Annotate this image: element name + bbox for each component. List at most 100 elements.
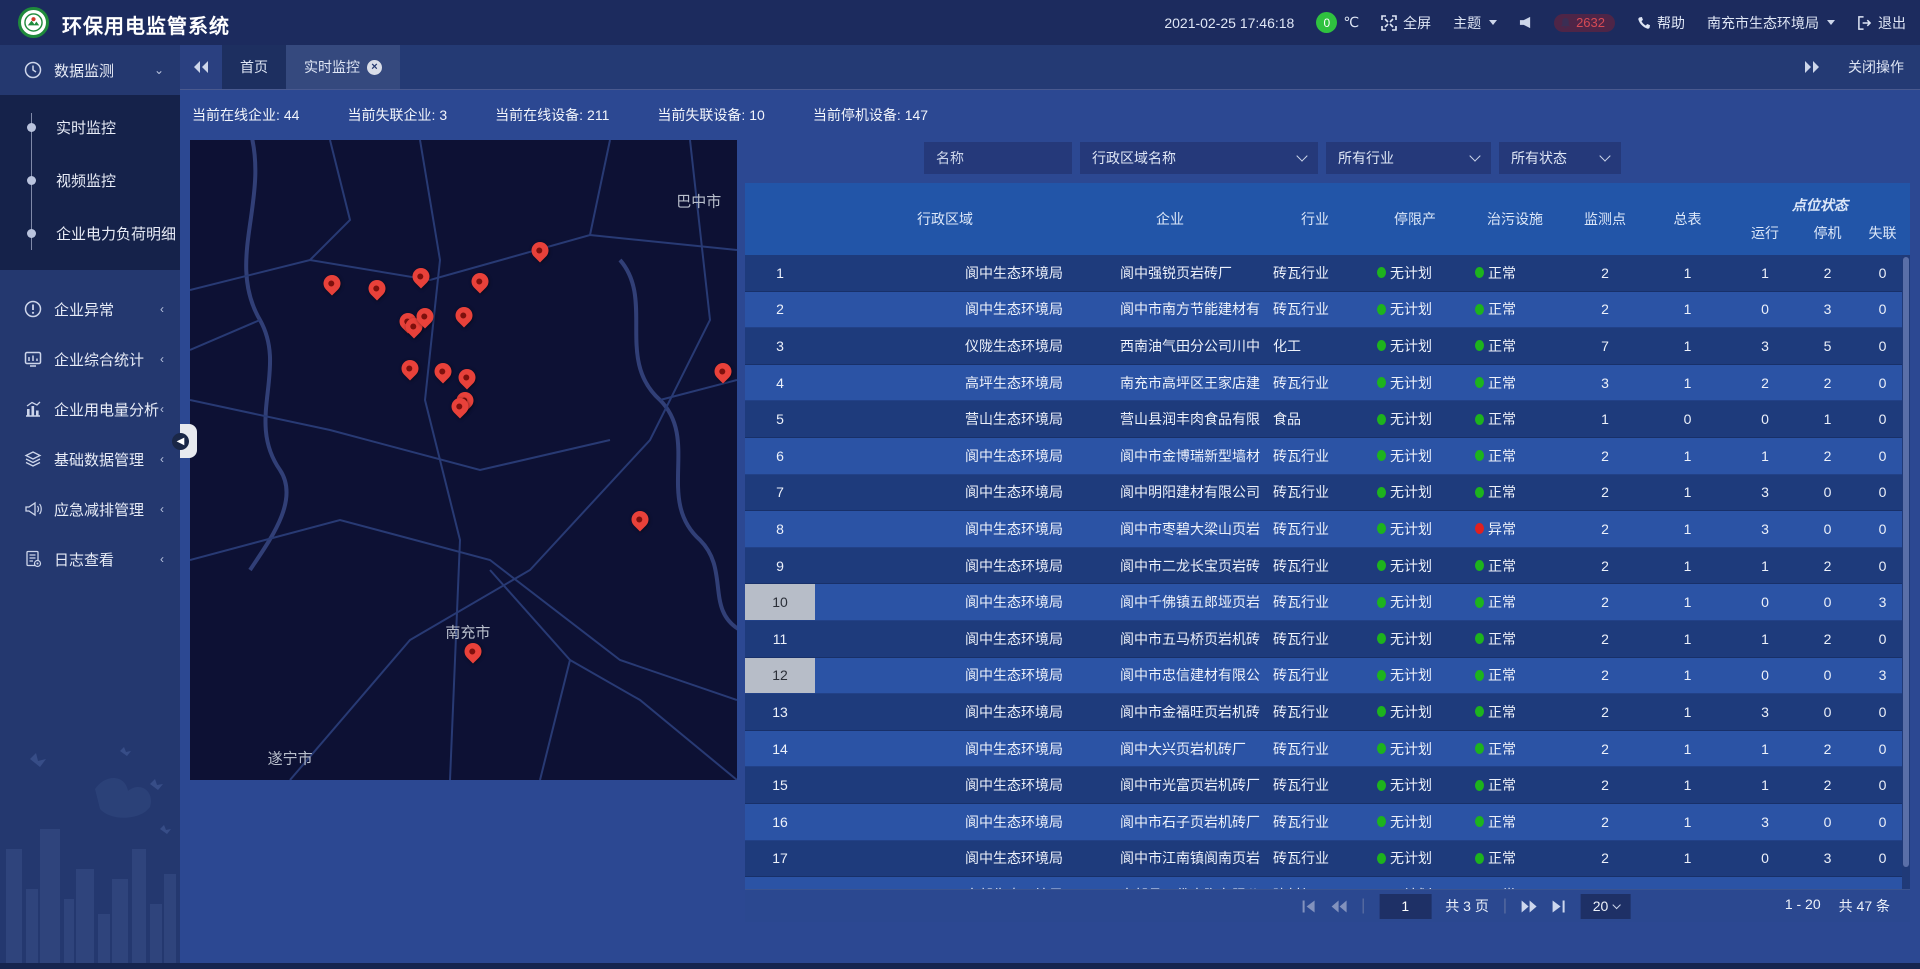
table-row[interactable]: 3仪陇生态环境局西南油气田分公司川中化工无计划正常71350: [745, 328, 1910, 365]
sidebar-collapse-toggle[interactable]: ◀: [180, 424, 197, 458]
map-pin-icon[interactable]: [369, 280, 386, 297]
tabs-scroll-left-button[interactable]: [180, 45, 222, 89]
cell-stopped: 0: [1800, 804, 1855, 840]
table-row[interactable]: 7阆中生态环境局阆中明阳建材有限公司砖瓦行业无计划正常21300: [745, 475, 1910, 512]
cell-no: 3: [745, 328, 815, 364]
table-row[interactable]: 4高坪生态环境局南充市高坪区王家店建砖瓦行业无计划正常31220: [745, 365, 1910, 402]
table-row[interactable]: 12阆中生态环境局阆中市忠信建材有限公砖瓦行业无计划正常21003: [745, 658, 1910, 695]
fullscreen-button[interactable]: 全屏: [1381, 13, 1431, 33]
prev-page-button[interactable]: [1330, 900, 1347, 913]
chevron-left-icon: ‹: [160, 402, 164, 416]
col-running: 运行: [1730, 223, 1800, 243]
cell-facility: 正常: [1465, 475, 1565, 511]
region-select[interactable]: 行政区域名称: [1080, 142, 1318, 174]
next-page-button[interactable]: [1521, 900, 1538, 913]
name-search-input[interactable]: [936, 150, 1060, 166]
industry-select[interactable]: 所有行业: [1326, 142, 1491, 174]
cell-industry: 建材加工: [1265, 877, 1365, 889]
map-pin-icon[interactable]: [632, 511, 649, 528]
sidebar-item-power-usage-analysis[interactable]: 企业用电量分析 ‹: [0, 384, 180, 434]
map-pin-icon[interactable]: [412, 268, 429, 285]
chevron-left-icon: ‹: [160, 352, 164, 366]
table-scrollbar[interactable]: [1902, 255, 1910, 889]
tab-home[interactable]: 首页: [222, 45, 286, 89]
page-size-select[interactable]: 20: [1581, 894, 1631, 919]
table-row[interactable]: 2阆中生态环境局阆中市南方节能建材有砖瓦行业无计划正常21030: [745, 292, 1910, 329]
table-row[interactable]: 11阆中生态环境局阆中市五马桥页岩机砖砖瓦行业无计划正常21120: [745, 621, 1910, 658]
status-dot-icon: [1377, 597, 1386, 608]
cell-industry: 砖瓦行业: [1265, 841, 1365, 877]
table-row[interactable]: 1阆中生态环境局阆中强锐页岩砖厂砖瓦行业无计划正常21120: [745, 255, 1910, 292]
sidebar-item-enterprise-abnormal[interactable]: 企业异常 ‹: [0, 284, 180, 334]
col-no: [745, 183, 815, 255]
cell-facility: 正常: [1465, 658, 1565, 694]
page-number-input[interactable]: 1: [1379, 894, 1431, 919]
close-operations-button[interactable]: 关闭操作: [1848, 57, 1904, 77]
table-row[interactable]: 9阆中生态环境局阆中市二龙长宝页岩砖砖瓦行业无计划正常21120: [745, 548, 1910, 585]
table-row[interactable]: 5营山生态环境局营山县润丰肉食品有限食品无计划正常10010: [745, 401, 1910, 438]
chevron-down-icon: [1612, 900, 1620, 908]
table-row[interactable]: 14阆中生态环境局阆中大兴页岩机砖厂砖瓦行业无计划正常21120: [745, 731, 1910, 768]
help-button[interactable]: 帮助: [1637, 13, 1685, 33]
table-row[interactable]: 15阆中生态环境局阆中市光富页岩机砖厂砖瓦行业无计划正常21120: [745, 767, 1910, 804]
cell-stopped: 2: [1800, 365, 1855, 401]
last-page-icon: [1552, 900, 1567, 913]
map-pin-icon[interactable]: [532, 242, 549, 259]
sidebar-item-video-monitoring[interactable]: 视频监控: [0, 154, 180, 207]
organization-dropdown[interactable]: 南充市生态环境局: [1707, 13, 1835, 33]
map-pin-icon[interactable]: [464, 643, 481, 660]
table-row[interactable]: 16阆中生态环境局阆中市石子页岩机砖厂砖瓦行业无计划正常21300: [745, 804, 1910, 841]
cell-facility: 正常: [1465, 804, 1565, 840]
first-page-button[interactable]: [1301, 900, 1316, 913]
close-tab-icon[interactable]: ×: [367, 60, 382, 75]
table-row[interactable]: 17阆中生态环境局阆中市江南镇阆南页岩砖瓦行业无计划正常21030: [745, 841, 1910, 878]
map-pin-icon[interactable]: [324, 275, 341, 292]
logout-button[interactable]: 退出: [1857, 13, 1906, 33]
map-pin-icon[interactable]: [714, 363, 731, 380]
sidebar-item-enterprise-statistics[interactable]: 企业综合统计 ‹: [0, 334, 180, 384]
status-dot-icon: [1475, 414, 1484, 425]
status-select[interactable]: 所有状态: [1499, 142, 1621, 174]
chevron-down-icon: [1827, 20, 1835, 25]
col-points: 监测点: [1565, 183, 1645, 255]
cell-limit: 无计划: [1365, 621, 1465, 657]
map-panel[interactable]: 巴中市南充市遂宁市: [190, 140, 737, 780]
table-row[interactable]: 18南部生态环境局南部县双佛土陶有限公建材加工无计划正常60060: [745, 877, 1910, 889]
sidebar-item-realtime-monitoring[interactable]: 实时监控: [0, 101, 180, 154]
notifications-badge[interactable]: 2632: [1554, 14, 1615, 32]
status-dot-icon: [1475, 780, 1484, 791]
map-pin-icon[interactable]: [452, 398, 469, 415]
sidebar-item-log-view[interactable]: 日志查看 ‹: [0, 534, 180, 584]
speaker-icon: [1519, 16, 1532, 29]
map-pin-icon[interactable]: [456, 307, 473, 324]
cell-limit: 无计划: [1365, 438, 1465, 474]
bottom-strip: [0, 963, 1920, 969]
double-chevron-right-icon[interactable]: [1804, 60, 1820, 74]
name-search-field[interactable]: [924, 142, 1072, 174]
theme-dropdown[interactable]: 主题: [1453, 13, 1497, 33]
map-pin-icon[interactable]: [471, 273, 488, 290]
sidebar-item-power-load-detail[interactable]: 企业电力负荷明细: [0, 207, 180, 260]
cell-points: 2: [1565, 438, 1645, 474]
map-pin-icon[interactable]: [417, 308, 434, 325]
cell-running: 3: [1730, 511, 1800, 547]
map-pin-icon[interactable]: [401, 360, 418, 377]
last-page-button[interactable]: [1552, 900, 1567, 913]
cell-facility: 正常: [1465, 328, 1565, 364]
table-row[interactable]: 6阆中生态环境局阆中市金博瑞新型墙材砖瓦行业无计划正常21120: [745, 438, 1910, 475]
cell-running: 2: [1730, 365, 1800, 401]
map-pin-icon[interactable]: [435, 363, 452, 380]
table-row[interactable]: 13阆中生态环境局阆中市金福旺页岩机砖砖瓦行业无计划正常21300: [745, 694, 1910, 731]
status-dot-icon: [1377, 487, 1386, 498]
sidebar-item-emergency-reduction[interactable]: 应急减排管理 ‹: [0, 484, 180, 534]
sidebar-item-data-monitoring[interactable]: 数据监测 ⌄: [0, 45, 180, 95]
scrollbar-thumb[interactable]: [1903, 257, 1909, 867]
table-row[interactable]: 10阆中生态环境局阆中千佛镇五郎垭页岩砖瓦行业无计划正常21003: [745, 584, 1910, 621]
cell-meters: 1: [1645, 292, 1730, 328]
tab-realtime-monitoring[interactable]: 实时监控 ×: [286, 45, 400, 89]
cell-facility: 正常: [1465, 767, 1565, 803]
table-row[interactable]: 8阆中生态环境局阆中市枣碧大梁山页岩砖瓦行业无计划异常21300: [745, 511, 1910, 548]
mute-button[interactable]: [1519, 16, 1532, 29]
sidebar-item-base-data-management[interactable]: 基础数据管理 ‹: [0, 434, 180, 484]
map-pin-icon[interactable]: [458, 369, 475, 386]
